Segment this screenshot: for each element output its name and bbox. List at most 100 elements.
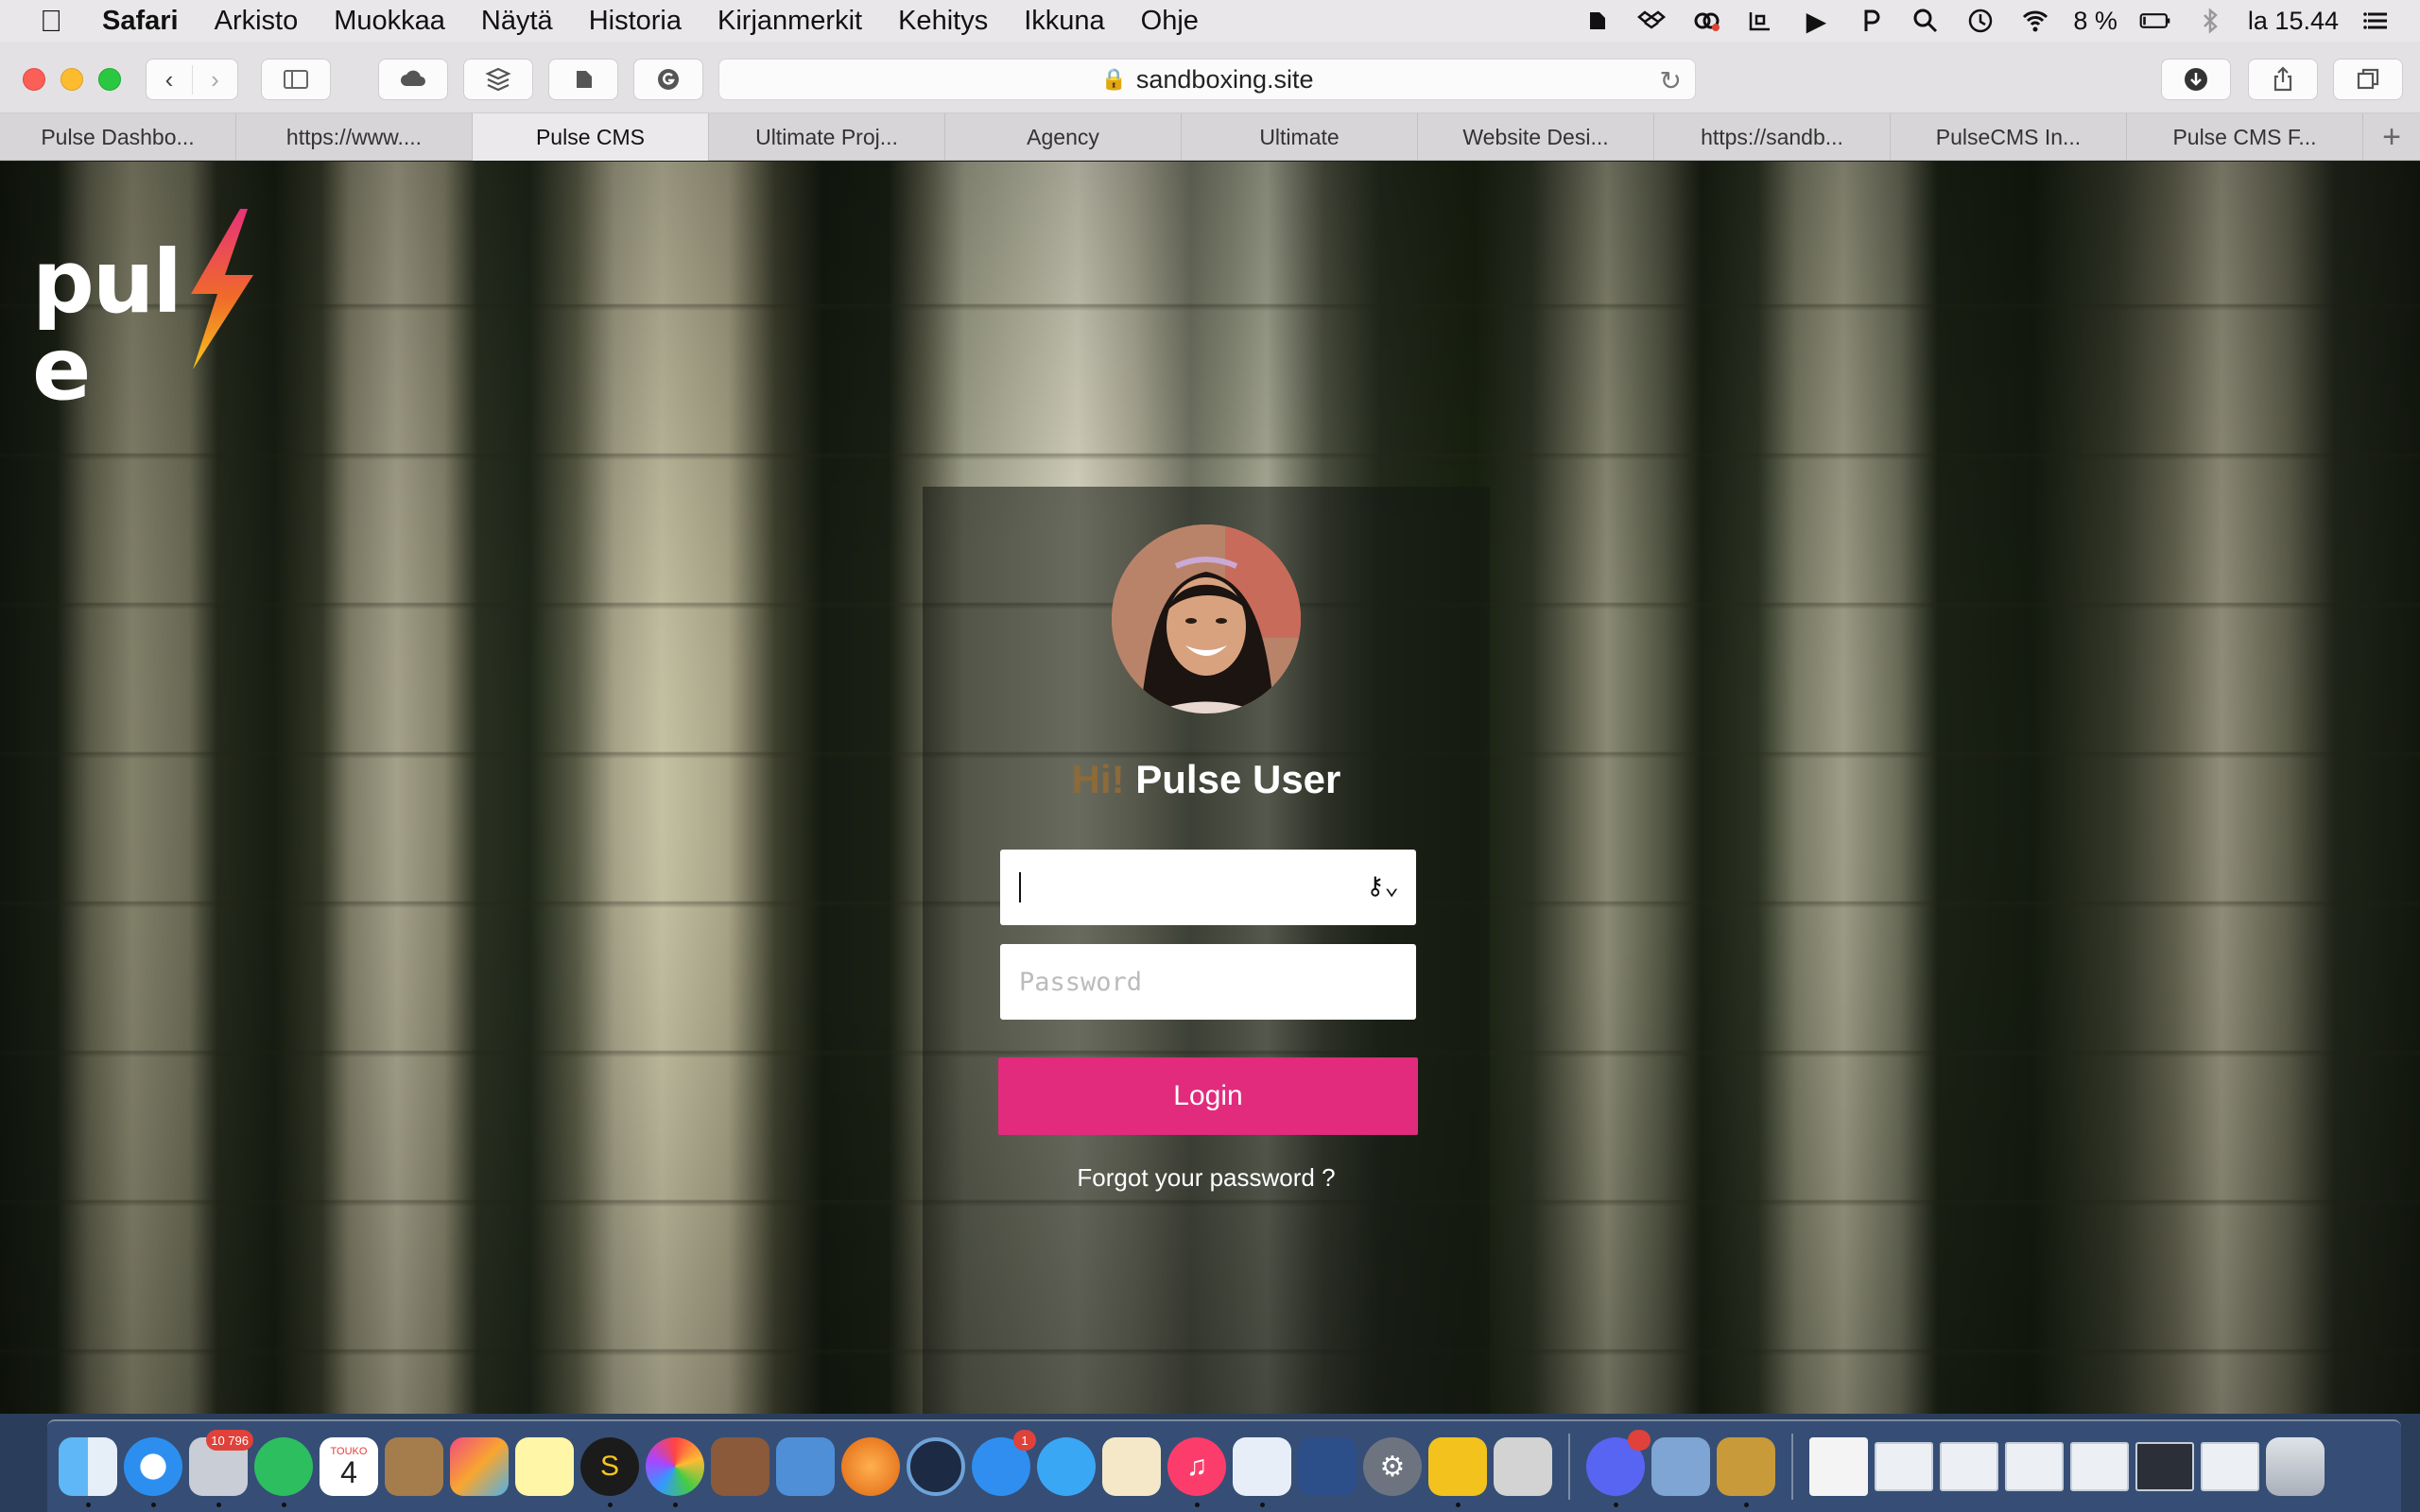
mail-icon[interactable]: 10 796: [189, 1430, 253, 1507]
menu-arkisto[interactable]: Arkisto: [215, 6, 299, 37]
menubar-clock[interactable]: la 15.44: [2248, 7, 2339, 36]
tab-overview-button[interactable]: [2333, 59, 2403, 100]
grammarly-extension-button[interactable]: [633, 59, 703, 100]
menu-kehitys[interactable]: Kehitys: [898, 6, 988, 37]
wifi-icon[interactable]: [2018, 7, 2052, 35]
creative-cloud-status-icon[interactable]: [1689, 7, 1723, 35]
time-machine-icon[interactable]: [1963, 7, 1997, 35]
stocks-icon[interactable]: [776, 1437, 835, 1496]
notefile-icon[interactable]: [385, 1437, 443, 1496]
menu-ohje[interactable]: Ohje: [1141, 6, 1199, 37]
menu-ikkuna[interactable]: Ikkuna: [1024, 6, 1104, 37]
screenshot-stack-1[interactable]: [1875, 1442, 1933, 1491]
safari-icon[interactable]: [124, 1437, 182, 1507]
back-arrow-icon[interactable]: ‹: [147, 65, 192, 94]
minimize-window-button[interactable]: [60, 68, 83, 91]
quicktime-icon[interactable]: [907, 1437, 965, 1496]
tab-https-sandbox[interactable]: https://sandb...: [1654, 113, 1891, 161]
battery-percent: 8 %: [2073, 6, 2118, 35]
squash-icon[interactable]: [841, 1437, 900, 1496]
producthunt-status-icon[interactable]: [1854, 7, 1888, 35]
menu-muokkaa[interactable]: Muokkaa: [334, 6, 445, 37]
document-stack-icon[interactable]: [1809, 1437, 1868, 1496]
calendar-icon[interactable]: TOUKO 4: [320, 1437, 378, 1496]
play-icon[interactable]: ▶: [1799, 7, 1833, 36]
textedit-icon[interactable]: [1102, 1437, 1161, 1496]
forgot-password-link[interactable]: Forgot your password ?: [923, 1163, 1490, 1193]
evernote-extension-button[interactable]: [548, 59, 618, 100]
trash-icon[interactable]: [2266, 1437, 2325, 1496]
tab-https-www[interactable]: https://www....: [236, 113, 473, 161]
zoom-window-button[interactable]: [98, 68, 121, 91]
pulse-logo[interactable]: pule: [32, 207, 297, 413]
system-preferences-icon[interactable]: ⚙: [1363, 1437, 1422, 1496]
screenshot-stack-3[interactable]: [2005, 1442, 2064, 1491]
tab-pulsecms-install[interactable]: PulseCMS In...: [1891, 113, 2127, 161]
close-window-button[interactable]: [23, 68, 45, 91]
screenshot-stack-5[interactable]: [2135, 1442, 2194, 1491]
address-url: sandboxing.site: [1135, 64, 1314, 94]
forklift-icon[interactable]: [1428, 1437, 1487, 1507]
menu-kirjanmerkit[interactable]: Kirjanmerkit: [717, 6, 862, 37]
discord-badge: [1628, 1430, 1651, 1451]
dropbox-status-icon[interactable]: [1634, 7, 1668, 35]
dock-separator-2: [1791, 1434, 1793, 1500]
keychain-icon[interactable]: [1717, 1437, 1775, 1507]
password-field[interactable]: Password: [1000, 944, 1416, 1020]
tab-ultimate-project[interactable]: Ultimate Proj...: [709, 113, 945, 161]
tab-website-design[interactable]: Website Desi...: [1418, 113, 1654, 161]
reload-icon[interactable]: ↻: [1660, 65, 1682, 96]
music-icon[interactable]: ♫: [1167, 1437, 1226, 1507]
spotlight-search-icon[interactable]: [1909, 7, 1943, 35]
username-field[interactable]: ⚷⌄: [1000, 850, 1416, 925]
evernote-status-icon[interactable]: [1580, 7, 1614, 35]
new-tab-button[interactable]: +: [2363, 113, 2420, 161]
calendar-day: 4: [340, 1455, 357, 1489]
downloads-button[interactable]: [2161, 59, 2231, 100]
menu-bar:  Safari Arkisto Muokkaa Näytä Historia …: [0, 0, 2420, 42]
photos-icon[interactable]: [646, 1437, 704, 1507]
share-button[interactable]: [2248, 59, 2318, 100]
scrivener-icon[interactable]: S: [580, 1437, 639, 1507]
login-button[interactable]: Login: [998, 1057, 1418, 1135]
buffer-extension-button[interactable]: [463, 59, 533, 100]
menu-historia[interactable]: Historia: [589, 6, 682, 37]
finder-icon[interactable]: [59, 1437, 117, 1507]
menu-app-safari[interactable]: Safari: [102, 6, 179, 37]
notes-icon[interactable]: [515, 1437, 574, 1496]
address-bar[interactable]: 🔒 sandboxing.site ↻: [718, 59, 1696, 100]
apple-menu-icon[interactable]: : [0, 4, 102, 39]
password-autofill-key-icon[interactable]: ⚷⌄: [1366, 872, 1399, 901]
affinity-icon[interactable]: [450, 1437, 509, 1496]
forward-arrow-icon[interactable]: ›: [192, 64, 237, 94]
notification-center-icon[interactable]: [2360, 7, 2394, 35]
battery-icon[interactable]: [2138, 7, 2172, 35]
pixelmator-icon[interactable]: [1298, 1437, 1357, 1496]
bluetooth-icon[interactable]: [2193, 7, 2227, 35]
tab-pulse-cms[interactable]: Pulse CMS: [473, 113, 709, 161]
screenshot-stack-4[interactable]: [2070, 1442, 2129, 1491]
discord-icon[interactable]: [1586, 1430, 1651, 1507]
tab-agency[interactable]: Agency: [945, 113, 1182, 161]
forklift-status-icon[interactable]: [1744, 7, 1778, 35]
printer-icon[interactable]: [1494, 1437, 1552, 1496]
tab-ultimate[interactable]: Ultimate: [1182, 113, 1418, 161]
cloud-icon: [401, 70, 425, 86]
menu-nayta[interactable]: Näytä: [481, 6, 553, 37]
greeting-hi: Hi!: [1071, 757, 1125, 801]
dock-shelf: 10 796 TOUKO 4 S 1 ♫ ⚙: [47, 1419, 2401, 1512]
evernote-icon[interactable]: [254, 1437, 313, 1507]
screenshot-stack-6[interactable]: [2201, 1442, 2259, 1491]
photo-booth-icon[interactable]: [711, 1437, 769, 1496]
preview-icon[interactable]: [1651, 1437, 1710, 1496]
sidebar-toggle-button[interactable]: [261, 59, 331, 100]
coda-icon[interactable]: [1233, 1437, 1291, 1507]
icloud-extension-button[interactable]: [378, 59, 448, 100]
app-store-badge: 1: [1013, 1430, 1036, 1451]
screenshot-stack-2[interactable]: [1940, 1442, 1998, 1491]
tab-pulse-cms-features[interactable]: Pulse CMS F...: [2127, 113, 2363, 161]
login-panel: Hi! Pulse User ⚷⌄ Password Login Forgot …: [923, 487, 1490, 1414]
app-store-icon[interactable]: 1: [972, 1430, 1036, 1496]
messages-icon[interactable]: [1037, 1437, 1096, 1496]
tab-pulse-dashboard[interactable]: Pulse Dashbo...: [0, 113, 236, 161]
